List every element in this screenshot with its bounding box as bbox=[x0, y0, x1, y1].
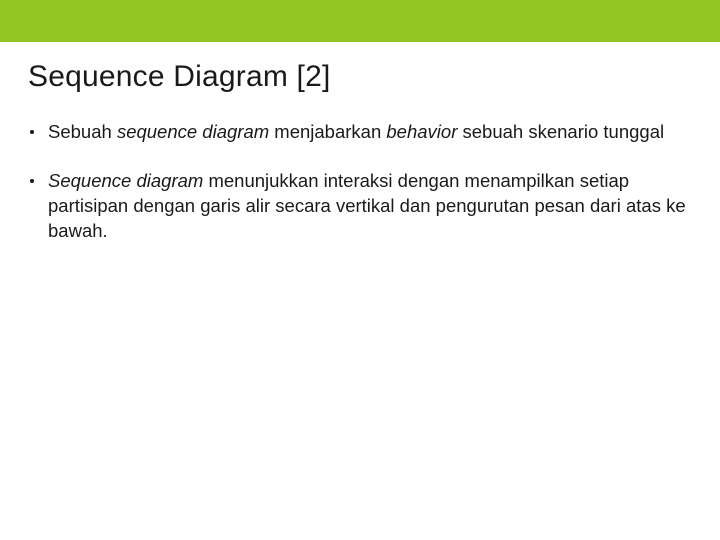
bullet-icon bbox=[30, 179, 34, 183]
bullet-text: Sequence diagram menunjukkan interaksi d… bbox=[48, 169, 692, 244]
bullet-icon bbox=[30, 130, 34, 134]
accent-top-bar bbox=[0, 0, 720, 42]
slide-title: Sequence Diagram [2] bbox=[28, 60, 692, 94]
bullet-item: Sebuah sequence diagram menjabarkan beha… bbox=[28, 120, 692, 145]
bullet-text: Sebuah sequence diagram menjabarkan beha… bbox=[48, 120, 692, 145]
slide-body: Sequence Diagram [2] Sebuah sequence dia… bbox=[0, 42, 720, 286]
bullet-item: Sequence diagram menunjukkan interaksi d… bbox=[28, 169, 692, 244]
bullet-list: Sebuah sequence diagram menjabarkan beha… bbox=[28, 120, 692, 244]
